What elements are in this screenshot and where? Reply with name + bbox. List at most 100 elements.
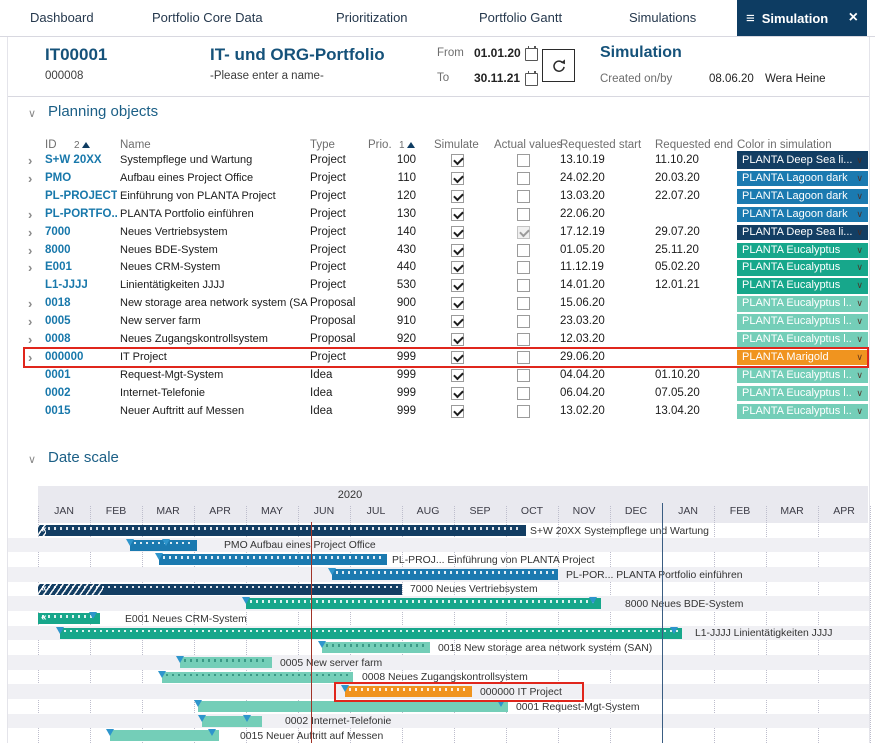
color-dropdown[interactable]: PLANTA Eucalyptus l...∨ bbox=[737, 386, 868, 402]
calendar-icon[interactable] bbox=[525, 73, 538, 86]
actual-values-checkbox[interactable] bbox=[517, 208, 530, 221]
simulate-checkbox[interactable] bbox=[451, 226, 464, 239]
row-id-link[interactable]: 0018 bbox=[45, 297, 117, 309]
milestone-triangle-icon[interactable] bbox=[126, 539, 134, 546]
simulate-checkbox[interactable] bbox=[451, 369, 464, 382]
row-id-link[interactable]: E001 bbox=[45, 261, 117, 273]
milestone-triangle-icon[interactable] bbox=[341, 685, 349, 692]
gantt-bar[interactable] bbox=[246, 598, 601, 609]
col-header-name[interactable]: Name bbox=[120, 139, 151, 151]
row-expander-icon[interactable]: › bbox=[28, 296, 32, 311]
row-expander-icon[interactable]: › bbox=[28, 332, 32, 347]
gantt-bar[interactable]: « bbox=[38, 525, 526, 536]
milestone-triangle-icon[interactable] bbox=[194, 700, 202, 707]
row-id-link[interactable]: 7000 bbox=[45, 226, 117, 238]
milestone-triangle-icon[interactable] bbox=[198, 715, 206, 722]
refresh-button[interactable] bbox=[542, 49, 575, 82]
color-dropdown[interactable]: PLANTA Eucalyptus l...∨ bbox=[737, 296, 868, 312]
milestone-triangle-icon[interactable] bbox=[106, 729, 114, 736]
actual-values-checkbox[interactable] bbox=[517, 190, 530, 203]
gantt-bar[interactable] bbox=[332, 569, 558, 580]
color-dropdown[interactable]: PLANTA Marigold∨ bbox=[737, 350, 868, 366]
nav-portfolio-core-data[interactable]: Portfolio Core Data bbox=[152, 10, 263, 25]
color-dropdown[interactable]: PLANTA Lagoon dark∨ bbox=[737, 189, 868, 205]
row-id-link[interactable]: 0001 bbox=[45, 369, 117, 381]
active-tab-simulation[interactable]: ≡ Simulation × bbox=[737, 0, 867, 36]
simulate-checkbox[interactable] bbox=[451, 172, 464, 185]
col-header-id[interactable]: ID bbox=[45, 139, 57, 151]
actual-values-checkbox[interactable] bbox=[517, 387, 530, 400]
row-id-link[interactable]: 000000 bbox=[45, 351, 117, 363]
milestone-triangle-icon[interactable] bbox=[589, 597, 597, 604]
color-dropdown[interactable]: PLANTA Deep Sea li...∨ bbox=[737, 225, 868, 241]
row-id-link[interactable]: L1-JJJJ bbox=[45, 279, 117, 291]
gantt-bar[interactable] bbox=[162, 672, 353, 683]
milestone-triangle-icon[interactable] bbox=[318, 641, 326, 648]
gantt-bar[interactable] bbox=[60, 628, 682, 639]
color-dropdown[interactable]: PLANTA Eucalyptus l...∨ bbox=[737, 404, 868, 420]
simulate-checkbox[interactable] bbox=[451, 208, 464, 221]
gantt-bar[interactable]: « bbox=[38, 584, 402, 595]
datescale-collapse-icon[interactable]: ∨ bbox=[28, 453, 36, 466]
row-expander-icon[interactable]: › bbox=[28, 207, 32, 222]
col-header-actual-values[interactable]: Actual values bbox=[494, 139, 562, 151]
color-dropdown[interactable]: PLANTA Eucalyptus l...∨ bbox=[737, 332, 868, 348]
row-expander-icon[interactable]: › bbox=[28, 350, 32, 365]
milestone-triangle-icon[interactable] bbox=[497, 700, 505, 707]
color-dropdown[interactable]: PLANTA Eucalyptus l...∨ bbox=[737, 368, 868, 384]
nav-simulations[interactable]: Simulations bbox=[629, 10, 696, 25]
row-expander-icon[interactable]: › bbox=[28, 243, 32, 258]
row-expander-icon[interactable]: › bbox=[28, 153, 32, 168]
close-icon[interactable]: × bbox=[849, 9, 858, 27]
milestone-triangle-icon[interactable] bbox=[328, 568, 336, 575]
simulate-checkbox[interactable] bbox=[451, 333, 464, 346]
row-id-link[interactable]: PMO bbox=[45, 172, 117, 184]
actual-values-checkbox[interactable] bbox=[517, 154, 530, 167]
color-dropdown[interactable]: PLANTA Eucalyptus∨ bbox=[737, 243, 868, 259]
color-dropdown[interactable]: PLANTA Eucalyptus∨ bbox=[737, 278, 868, 294]
actual-values-checkbox[interactable] bbox=[517, 297, 530, 310]
menu-icon[interactable]: ≡ bbox=[746, 10, 755, 27]
milestone-triangle-icon[interactable] bbox=[158, 671, 166, 678]
actual-values-checkbox[interactable] bbox=[517, 226, 530, 239]
col-header-requested-end[interactable]: Requested end bbox=[655, 139, 733, 151]
gantt-bar[interactable] bbox=[180, 657, 272, 668]
simulate-checkbox[interactable] bbox=[451, 297, 464, 310]
row-id-link[interactable]: 8000 bbox=[45, 244, 117, 256]
color-dropdown[interactable]: PLANTA Deep Sea li...∨ bbox=[737, 153, 868, 169]
gantt-bar[interactable] bbox=[202, 716, 262, 727]
simulate-checkbox[interactable] bbox=[451, 351, 464, 364]
gantt-bar[interactable] bbox=[322, 642, 430, 653]
portfolio-name-field[interactable]: -Please enter a name- bbox=[210, 70, 324, 82]
calendar-icon[interactable] bbox=[525, 48, 538, 61]
actual-values-checkbox[interactable] bbox=[517, 172, 530, 185]
col-header-type[interactable]: Type bbox=[310, 139, 335, 151]
milestone-triangle-icon[interactable] bbox=[162, 539, 170, 546]
actual-values-checkbox[interactable] bbox=[517, 261, 530, 274]
milestone-triangle-icon[interactable] bbox=[155, 553, 163, 560]
milestone-triangle-icon[interactable] bbox=[176, 656, 184, 663]
from-date-field[interactable]: 01.01.20 bbox=[474, 46, 521, 60]
simulate-checkbox[interactable] bbox=[451, 315, 464, 328]
milestone-triangle-icon[interactable] bbox=[89, 612, 97, 619]
planning-collapse-icon[interactable]: ∨ bbox=[28, 107, 36, 120]
row-id-link[interactable]: 0002 bbox=[45, 387, 117, 399]
simulate-checkbox[interactable] bbox=[451, 154, 464, 167]
actual-values-checkbox[interactable] bbox=[517, 279, 530, 292]
gantt-bar[interactable] bbox=[198, 701, 508, 712]
actual-values-checkbox[interactable] bbox=[517, 351, 530, 364]
simulate-checkbox[interactable] bbox=[451, 279, 464, 292]
color-dropdown[interactable]: PLANTA Eucalyptus l...∨ bbox=[737, 314, 868, 330]
gantt-bar[interactable] bbox=[159, 554, 387, 565]
nav-prioritization[interactable]: Prioritization bbox=[336, 10, 408, 25]
actual-values-checkbox[interactable] bbox=[517, 315, 530, 328]
milestone-triangle-icon[interactable] bbox=[243, 715, 251, 722]
nav-dashboard[interactable]: Dashboard bbox=[30, 10, 94, 25]
row-id-link[interactable]: 0015 bbox=[45, 405, 117, 417]
nav-portfolio-gantt[interactable]: Portfolio Gantt bbox=[479, 10, 562, 25]
row-expander-icon[interactable]: › bbox=[28, 260, 32, 275]
actual-values-checkbox[interactable] bbox=[517, 333, 530, 346]
gantt-bar[interactable] bbox=[345, 686, 472, 697]
color-dropdown[interactable]: PLANTA Eucalyptus∨ bbox=[737, 260, 868, 276]
gantt-bar[interactable] bbox=[110, 730, 219, 741]
